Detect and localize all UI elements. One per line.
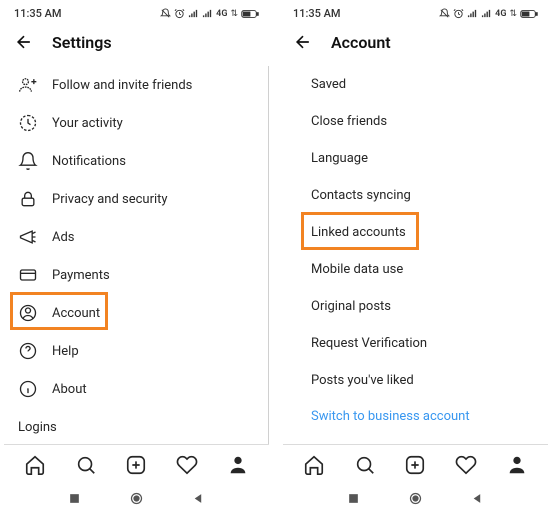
page-title: Settings — [52, 33, 112, 52]
settings-list: Follow and invite friends Your activity … — [4, 66, 269, 444]
lock-icon — [18, 189, 38, 209]
nav-create-icon[interactable] — [403, 453, 427, 477]
info-icon — [18, 379, 38, 399]
link-add-account[interactable]: Add account — [4, 441, 269, 444]
menu-follow-invite[interactable]: Follow and invite friends — [4, 66, 269, 104]
status-time: 11:35 AM — [14, 7, 62, 20]
bottom-nav — [283, 444, 548, 483]
nav-heart-icon[interactable] — [454, 453, 478, 477]
nav-home-icon[interactable] — [302, 453, 326, 477]
megaphone-icon — [18, 227, 38, 247]
nav-profile-icon[interactable] — [226, 453, 250, 477]
sys-back-icon[interactable] — [471, 492, 484, 505]
status-icons: 4G ⇅ — [160, 8, 259, 19]
card-icon — [18, 265, 38, 285]
menu-label: Payments — [52, 268, 110, 283]
left-phone-settings: 11:35 AM 4G ⇅ Settings — [4, 4, 269, 514]
signal-icon — [188, 8, 199, 19]
battery-icon — [241, 9, 259, 19]
nav-search-icon[interactable] — [74, 453, 98, 477]
status-bar: 11:35 AM 4G ⇅ — [283, 4, 548, 22]
menu-request-verification[interactable]: Request Verification — [283, 325, 548, 362]
menu-label: Ads — [52, 230, 75, 245]
data-arrows-icon: ⇅ — [509, 9, 517, 19]
nav-search-icon[interactable] — [353, 453, 377, 477]
menu-label: Privacy and security — [52, 192, 168, 207]
header: Account — [283, 22, 548, 66]
alarm-silent-icon — [160, 8, 171, 19]
menu-contacts-syncing[interactable]: Contacts syncing — [283, 177, 548, 214]
battery-icon — [520, 9, 538, 19]
menu-label: About — [52, 382, 87, 397]
menu-posts-liked[interactable]: Posts you've liked — [283, 362, 548, 399]
menu-label: Notifications — [52, 154, 126, 169]
sys-back-icon[interactable] — [192, 492, 205, 505]
status-icons: 4G ⇅ — [439, 8, 538, 19]
right-phone-account: 11:35 AM 4G ⇅ Account Sa — [283, 4, 548, 514]
signal-icon-2 — [202, 8, 213, 19]
menu-label: Account — [52, 306, 100, 321]
menu-label: Help — [52, 344, 79, 359]
menu-close-friends[interactable]: Close friends — [283, 103, 548, 140]
menu-privacy-security[interactable]: Privacy and security — [4, 180, 269, 218]
data-arrows-icon: ⇅ — [230, 9, 238, 19]
system-nav — [4, 483, 269, 514]
status-bar: 11:35 AM 4G ⇅ — [4, 4, 269, 22]
back-arrow-icon[interactable] — [14, 32, 34, 52]
page-title: Account — [331, 33, 391, 52]
logins-section-header: Logins — [4, 408, 269, 441]
menu-about[interactable]: About — [4, 370, 269, 408]
account-list: Saved Close friends Language Contacts sy… — [283, 66, 548, 444]
alarm-icon — [174, 8, 185, 19]
menu-help[interactable]: Help — [4, 332, 269, 370]
alarm-silent-icon — [439, 8, 450, 19]
menu-mobile-data[interactable]: Mobile data use — [283, 251, 548, 288]
back-arrow-icon[interactable] — [293, 32, 313, 52]
sys-home-icon[interactable] — [408, 491, 423, 506]
menu-label: Your activity — [52, 116, 123, 131]
bottom-nav — [4, 444, 269, 483]
network-label: 4G — [495, 9, 506, 19]
menu-ads[interactable]: Ads — [4, 218, 269, 256]
sys-recent-icon[interactable] — [68, 492, 81, 505]
menu-language[interactable]: Language — [283, 140, 548, 177]
system-nav — [283, 483, 548, 514]
menu-payments[interactable]: Payments — [4, 256, 269, 294]
menu-your-activity[interactable]: Your activity — [4, 104, 269, 142]
person-plus-icon — [18, 75, 38, 95]
status-time: 11:35 AM — [293, 7, 341, 20]
menu-notifications[interactable]: Notifications — [4, 142, 269, 180]
sys-recent-icon[interactable] — [347, 492, 360, 505]
menu-linked-accounts[interactable]: Linked accounts — [283, 214, 548, 251]
nav-profile-icon[interactable] — [505, 453, 529, 477]
account-icon — [18, 303, 38, 323]
network-label: 4G — [216, 9, 227, 19]
signal-icon — [467, 8, 478, 19]
alarm-icon — [453, 8, 464, 19]
menu-label: Follow and invite friends — [52, 78, 192, 93]
header: Settings — [4, 22, 269, 66]
menu-account[interactable]: Account — [4, 294, 269, 332]
bell-icon — [18, 151, 38, 171]
menu-saved[interactable]: Saved — [283, 66, 548, 103]
sys-home-icon[interactable] — [129, 491, 144, 506]
help-icon — [18, 341, 38, 361]
signal-icon-2 — [481, 8, 492, 19]
nav-create-icon[interactable] — [124, 453, 148, 477]
link-switch-business[interactable]: Switch to business account — [283, 399, 548, 434]
activity-icon — [18, 113, 38, 133]
nav-heart-icon[interactable] — [175, 453, 199, 477]
nav-home-icon[interactable] — [23, 453, 47, 477]
menu-label: Linked accounts — [311, 225, 406, 240]
menu-original-posts[interactable]: Original posts — [283, 288, 548, 325]
